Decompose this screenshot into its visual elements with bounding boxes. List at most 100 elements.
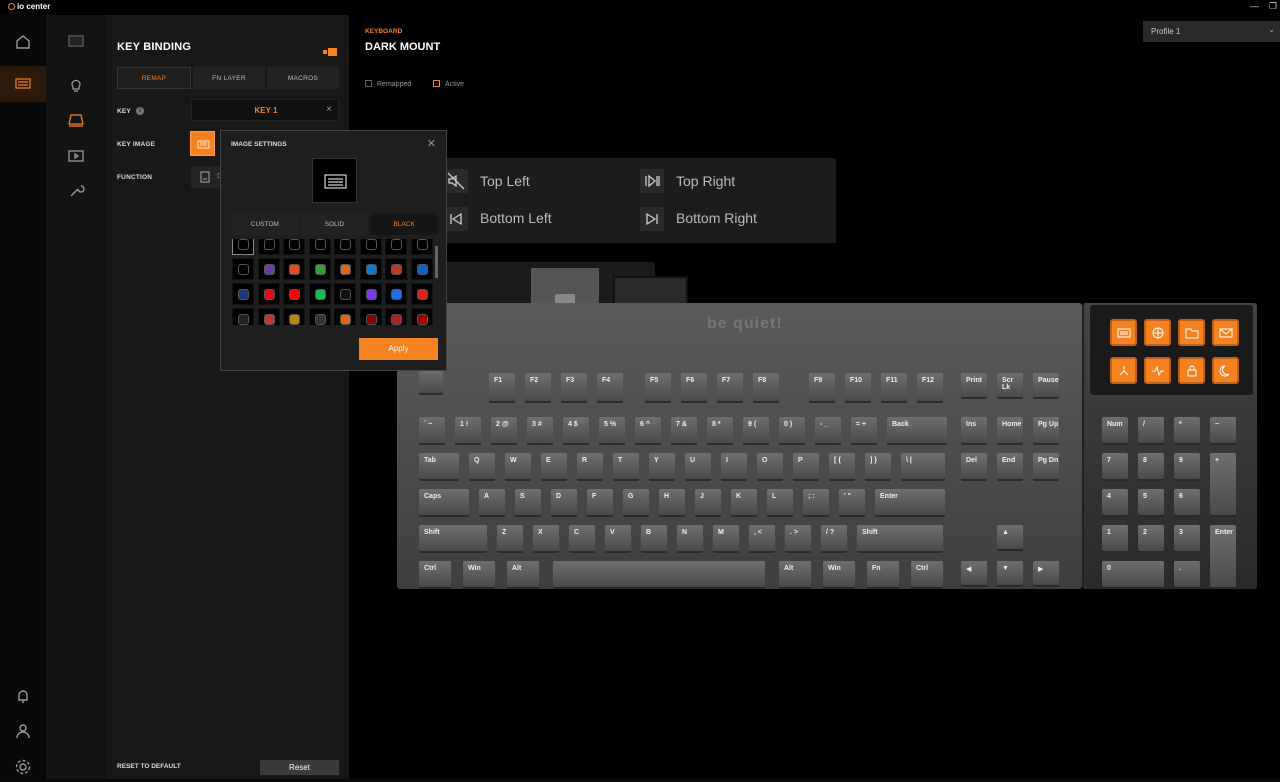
key-shift-row[interactable]: / ? [821,525,847,551]
key-f9[interactable]: F9 [809,373,835,401]
image-tile[interactable] [410,239,433,255]
image-tile[interactable] [257,258,280,280]
previous-track-icon[interactable] [444,207,468,231]
numpad-key[interactable]: 8 [1138,453,1164,479]
key-caps-row[interactable]: ' " [839,489,865,515]
hotkey-moon-icon[interactable] [1212,357,1239,384]
key-caps-row[interactable]: S [515,489,541,515]
key-binding-icon[interactable] [66,110,86,130]
info-icon[interactable]: i [136,107,144,115]
key-nav[interactable]: Pg Up [1033,417,1059,443]
numpad-key[interactable]: − [1210,417,1236,443]
key-bottom-row[interactable]: Alt [779,561,811,587]
key-caps-row[interactable]: Enter [875,489,945,515]
key-arrow-up[interactable]: ▲ [997,525,1023,549]
key-num-row[interactable]: 5 % [599,417,625,443]
key-f8[interactable]: F8 [753,373,779,401]
key-caps-row[interactable]: K [731,489,757,515]
key-nav-top[interactable]: Scr Lk [997,373,1023,397]
image-tile[interactable] [359,308,382,325]
numpad-key[interactable]: 2 [1138,525,1164,551]
key-caps-row[interactable]: H [659,489,685,515]
key-num-row[interactable]: 6 ^ [635,417,661,443]
key-num-row[interactable]: 1 ! [455,417,481,443]
key-tab-row[interactable]: Tab [419,453,459,479]
key-f11[interactable]: F11 [881,373,907,401]
image-tile[interactable] [308,239,331,255]
next-track-icon[interactable] [640,207,664,231]
numpad-key[interactable]: . [1174,561,1200,587]
image-tile[interactable] [232,308,254,325]
image-tile[interactable] [385,308,407,325]
apply-button[interactable]: Apply [359,338,438,360]
tab-black[interactable]: BLACK [370,213,439,235]
user-icon[interactable] [13,721,33,741]
key-nav-top[interactable]: Print [961,373,987,397]
key-shift-row[interactable]: C [569,525,595,551]
key-field[interactable]: KEY 1 × [191,99,339,121]
function-field[interactable]: D [191,166,222,188]
key-f10[interactable]: F10 [845,373,871,401]
key-shift-row[interactable]: V [605,525,631,551]
key-tab-row[interactable]: ] } [865,453,891,479]
key-f7[interactable]: F7 [717,373,743,401]
key-tab-row[interactable]: E [541,453,567,479]
remapped-checkbox[interactable]: Remapped [365,80,411,88]
key-tab-row[interactable]: \ | [901,453,945,479]
image-tile[interactable] [257,239,280,255]
image-tile[interactable] [257,283,280,305]
key-caps-row[interactable]: L [767,489,793,515]
key-nav[interactable]: Ins [961,417,987,443]
key-num-row[interactable]: 3 # [527,417,553,443]
image-tile[interactable] [308,308,331,325]
key-tab-row[interactable]: P [793,453,819,479]
key-f5[interactable]: F5 [645,373,671,401]
image-tile[interactable] [308,283,331,305]
key-f6[interactable]: F6 [681,373,707,401]
hotkey-web-icon[interactable] [1144,319,1171,346]
key-f1[interactable]: F1 [489,373,515,401]
image-tile[interactable] [334,239,356,255]
numpad-key[interactable]: 4 [1102,489,1128,515]
hotkey-mail-icon[interactable] [1212,319,1239,346]
key-num-row[interactable]: 4 $ [563,417,589,443]
wrench-icon[interactable] [66,181,86,201]
key-caps-row[interactable]: G [623,489,649,515]
key-arrow-left[interactable]: ◀ [961,561,987,585]
key-image-button[interactable] [190,131,215,156]
key-bottom-row[interactable]: Ctrl [419,561,451,587]
key-num-row[interactable]: 8 * [707,417,733,443]
image-tile[interactable] [334,283,356,305]
key-caps-row[interactable]: J [695,489,721,515]
mute-icon[interactable] [444,169,468,193]
key-bottom-row[interactable]: Win [463,561,495,587]
image-tile[interactable] [283,308,305,325]
hotkey-lock-icon[interactable] [1178,357,1205,384]
image-tile[interactable] [334,258,356,280]
key-f12[interactable]: F12 [917,373,943,401]
key-num-row[interactable]: 9 ( [743,417,769,443]
numpad-key[interactable]: / [1138,417,1164,443]
key-caps-row[interactable]: F [587,489,613,515]
key-tab-row[interactable]: Y [649,453,675,479]
key-nav-top[interactable]: Pause [1033,373,1059,397]
key-caps-row[interactable]: ; : [803,489,829,515]
key-tab-row[interactable]: Q [469,453,495,479]
numpad-key[interactable]: Num [1102,417,1128,443]
tab-macros[interactable]: MACROS [267,67,339,89]
hotkey-key1[interactable] [1110,319,1137,346]
image-tile[interactable] [385,239,407,255]
grid-scrollbar[interactable] [435,246,438,278]
close-icon[interactable]: ✕ [427,137,436,150]
key-esc[interactable] [419,369,443,393]
restore-icon[interactable]: ❐ [1269,1,1277,12]
image-tile[interactable] [410,283,433,305]
key-bottom-row[interactable]: Win [823,561,855,587]
image-tile[interactable] [410,258,433,280]
key-num-row[interactable]: 7 & [671,417,697,443]
key-tab-row[interactable]: R [577,453,603,479]
image-tile[interactable] [283,239,305,255]
play-pause-icon[interactable] [640,169,664,193]
key-shift-row[interactable]: Z [497,525,523,551]
panel-toggle-icon[interactable] [323,43,337,56]
